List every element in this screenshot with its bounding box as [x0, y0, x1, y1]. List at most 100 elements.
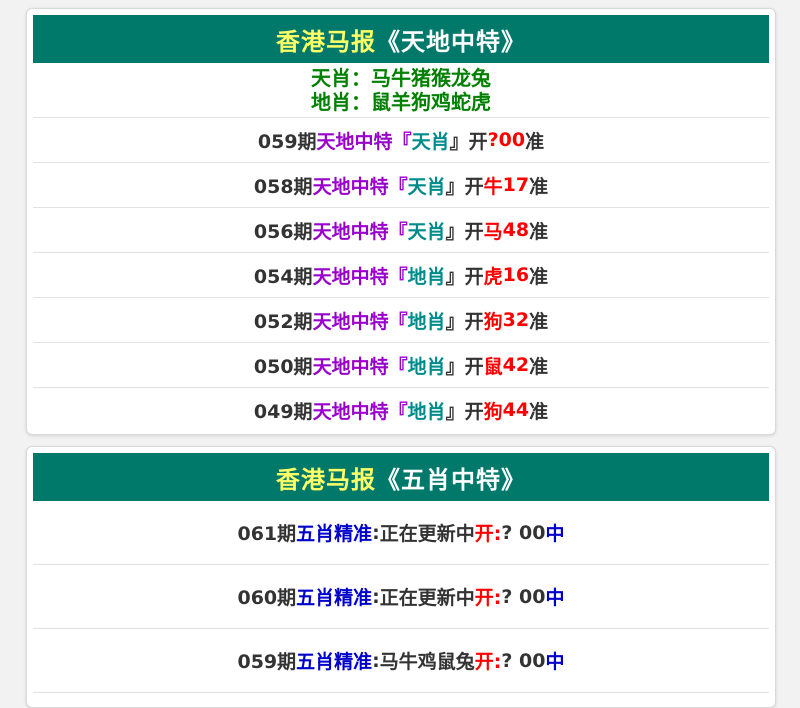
row-period: 054期 [253, 265, 313, 288]
tiandi-row: 052期 天地中特『地肖 』开狗 32 准 [33, 298, 769, 343]
row-open-bracket: 『 [388, 175, 408, 198]
row-open-bracket: 『 [388, 400, 408, 423]
row-close-bracket: 』开 [445, 175, 484, 198]
tiandi-row: 056期 天地中特『天肖 』开马 48 准 [33, 208, 769, 253]
row-type: 天肖 [411, 130, 450, 153]
tiandi-row: 050期 天地中特『地肖 』开鼠 42 准 [33, 343, 769, 388]
row-name: 天地中特 [312, 220, 389, 243]
row-open-bracket: 『 [388, 220, 408, 243]
row-suffix: 准 [529, 220, 549, 243]
row-suffix: 准 [529, 400, 549, 423]
row-number: 32 [502, 309, 530, 331]
row-open-bracket: 『 [388, 265, 408, 288]
wrow-colon: : [372, 585, 380, 608]
wrow-period: 060期 [237, 587, 297, 609]
row-zodiac: 马 [483, 220, 503, 243]
wrow-content: 正在更新中 [379, 587, 475, 609]
row-type: 地肖 [407, 355, 446, 378]
tiandi-row: 059期 天地中特『天肖 』开? 00 准 [33, 118, 769, 163]
row-number: 44 [502, 399, 530, 421]
row-name: 天地中特 [312, 265, 389, 288]
row-type: 天肖 [407, 175, 446, 198]
row-open-bracket: 『 [392, 130, 412, 153]
row-type: 地肖 [407, 265, 446, 288]
wuxiao-header-brand: 香港马报 [276, 465, 376, 494]
row-suffix: 准 [529, 265, 549, 288]
wrow-open: 开: [474, 523, 502, 545]
row-close-bracket: 』开 [445, 310, 484, 333]
row-open-bracket: 『 [388, 355, 408, 378]
row-period: 056期 [253, 220, 313, 243]
wrow-colon: : [372, 521, 380, 544]
row-name: 天地中特 [312, 310, 389, 333]
wrow-hit: 中 [545, 651, 565, 673]
row-period: 052期 [253, 310, 313, 333]
wrow-period: 061期 [237, 523, 297, 545]
wuxiao-header-title: 《五肖中特》 [376, 465, 526, 494]
row-zodiac: 狗 [483, 400, 503, 423]
row-name: 天地中特 [312, 355, 389, 378]
zodiac-definition: 天肖：马牛猪猴龙兔 地肖：鼠羊狗鸡蛇虎 [33, 63, 769, 118]
row-number: 48 [502, 219, 530, 241]
row-name: 天地中特 [312, 400, 389, 423]
row-type: 地肖 [407, 400, 446, 423]
wuxiao-row: 059期 五肖精准: 马牛鸡鼠兔 开:? 00 中 [33, 629, 769, 693]
wuxiao-card: 香港马报 《五肖中特》 061期 五肖精准: 正在更新中 开:? 00 中 060期 五肖精… [26, 446, 776, 708]
row-close-bracket: 』开 [445, 400, 484, 423]
wrow-result: ? 00 [501, 585, 546, 608]
wrow-hit: 中 [545, 587, 565, 609]
row-type: 天肖 [407, 220, 446, 243]
wrow-result: ? 00 [501, 649, 546, 672]
row-suffix: 准 [525, 130, 545, 153]
wrow-open: 开: [474, 651, 502, 673]
row-zodiac: 狗 [483, 310, 503, 333]
wuxiao-row: 060期 五肖精准: 正在更新中 开:? 00 中 [33, 565, 769, 629]
wrow-open: 开: [474, 587, 502, 609]
wrow-content: 马牛鸡鼠兔 [379, 651, 475, 673]
wrow-name: 五肖精准 [296, 587, 373, 609]
tiandi-header-title: 《天地中特》 [376, 27, 526, 56]
row-zodiac: 鼠 [483, 355, 503, 378]
wrow-result: ? 00 [501, 521, 546, 544]
tiandi-row: 058期 天地中特『天肖 』开牛 17 准 [33, 163, 769, 208]
row-name: 天地中特 [316, 130, 393, 153]
row-name: 天地中特 [312, 175, 389, 198]
wrow-colon: : [372, 649, 380, 672]
tiandi-record-list: 059期 天地中特『天肖 』开? 00 准 058期 天地中特『天肖 』开牛 17 准 056期天… [33, 118, 769, 432]
row-period: 059期 [257, 130, 317, 153]
row-zodiac: 虎 [483, 265, 503, 288]
tiandi-card: 香港马报 《天地中特》 天肖：马牛猪猴龙兔 地肖：鼠羊狗鸡蛇虎 059期 天地中特… [26, 8, 776, 435]
row-zodiac: ? [487, 129, 499, 151]
row-suffix: 准 [529, 310, 549, 333]
tiandi-row: 049期 天地中特『地肖 』开狗 44 准 [33, 388, 769, 432]
row-number: 42 [502, 354, 530, 376]
tian-xiao-line: 天肖：马牛猪猴龙兔 [311, 66, 491, 90]
row-suffix: 准 [529, 175, 549, 198]
row-close-bracket: 』开 [449, 130, 488, 153]
row-period: 058期 [253, 175, 313, 198]
row-period: 049期 [253, 400, 313, 423]
wrow-period: 059期 [237, 651, 297, 673]
row-close-bracket: 』开 [445, 220, 484, 243]
wuxiao-header: 香港马报 《五肖中特》 [33, 453, 769, 501]
tiandi-header-brand: 香港马报 [276, 27, 376, 56]
wrow-name: 五肖精准 [296, 523, 373, 545]
row-number: 17 [502, 174, 530, 196]
row-close-bracket: 』开 [445, 355, 484, 378]
wuxiao-row: 061期 五肖精准: 正在更新中 开:? 00 中 [33, 501, 769, 565]
row-zodiac: 牛 [483, 175, 503, 198]
wuxiao-record-list: 061期 五肖精准: 正在更新中 开:? 00 中 060期 五肖精准: 正在更新中 开:? 0… [33, 501, 769, 693]
row-number: 00 [498, 129, 526, 151]
wrow-name: 五肖精准 [296, 651, 373, 673]
row-number: 16 [502, 264, 530, 286]
wrow-content: 正在更新中 [379, 523, 475, 545]
tiandi-row: 054期 天地中特『地肖 』开虎 16 准 [33, 253, 769, 298]
di-xiao-line: 地肖：鼠羊狗鸡蛇虎 [311, 90, 491, 114]
wrow-hit: 中 [545, 523, 565, 545]
row-period: 050期 [253, 355, 313, 378]
row-suffix: 准 [529, 355, 549, 378]
tiandi-header: 香港马报 《天地中特》 [33, 15, 769, 63]
row-open-bracket: 『 [388, 310, 408, 333]
row-type: 地肖 [407, 310, 446, 333]
row-close-bracket: 』开 [445, 265, 484, 288]
